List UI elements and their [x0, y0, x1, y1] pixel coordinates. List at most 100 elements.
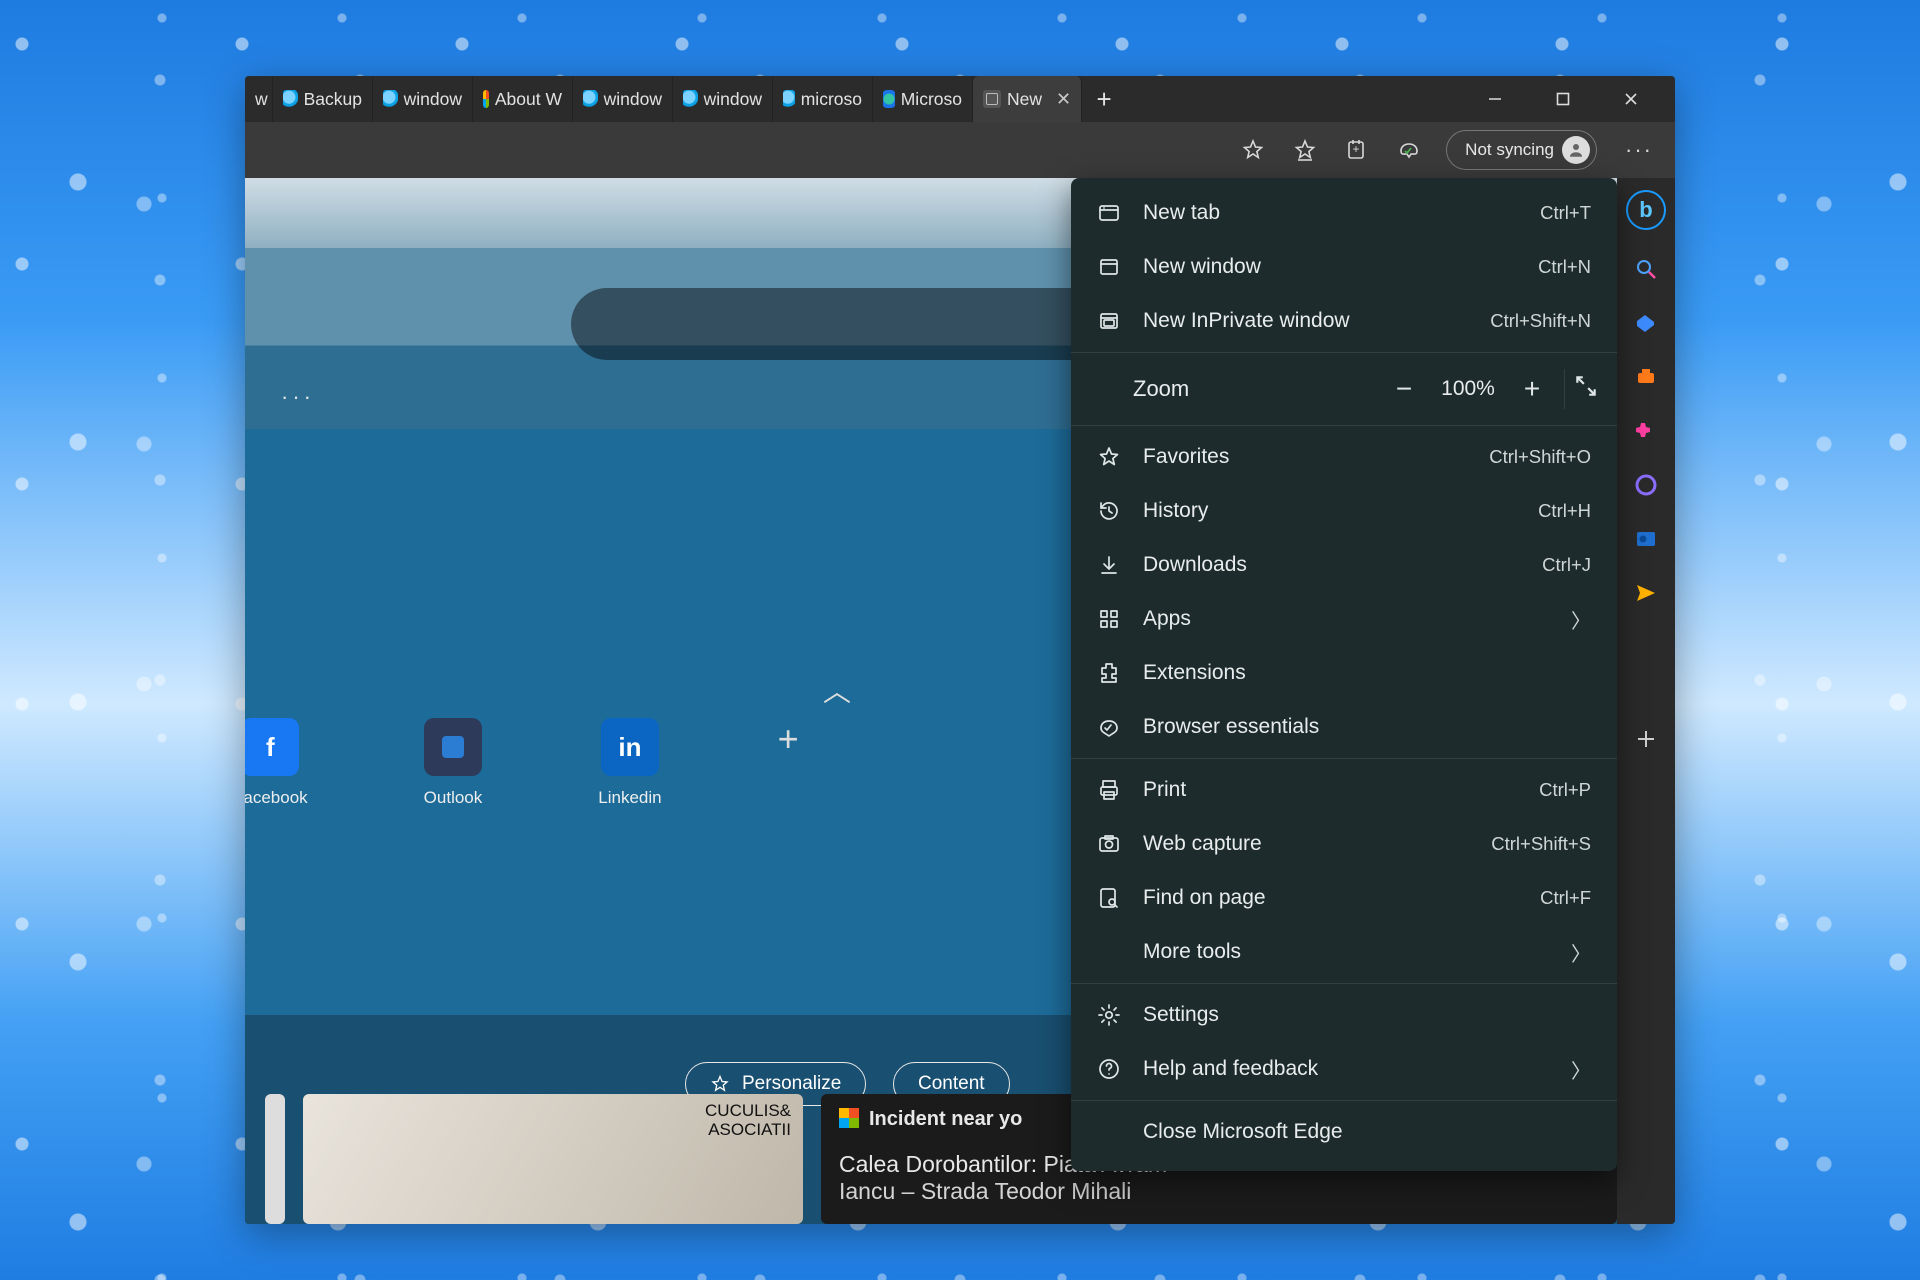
tab-close-icon[interactable]: ✕	[1056, 89, 1071, 110]
menu-item-settings[interactable]: Settings	[1071, 988, 1617, 1042]
chevron-right-icon: 〉	[1571, 1055, 1591, 1084]
tab-title: window	[404, 89, 462, 110]
apps-icon	[1097, 607, 1121, 631]
new-tab-button[interactable]: +	[1082, 76, 1126, 122]
quicklink-facebook[interactable]: f Facebook	[245, 718, 308, 808]
tab-favicon-icon	[483, 90, 489, 108]
menu-item-label: Find on page	[1143, 886, 1518, 910]
browser-tab[interactable]: Backup	[273, 76, 373, 122]
menu-item-label: Close Microsoft Edge	[1143, 1120, 1591, 1144]
menu-item-shortcut: Ctrl+Shift+S	[1491, 833, 1591, 855]
menu-item-history[interactable]: HistoryCtrl+H	[1071, 484, 1617, 538]
menu-item-new-window[interactable]: New windowCtrl+N	[1071, 240, 1617, 294]
menu-item-new-tab[interactable]: New tabCtrl+T	[1071, 186, 1617, 240]
tab-favicon-icon	[283, 90, 298, 108]
menu-item-favorites[interactable]: Favorites Ctrl+Shift+O	[1071, 430, 1617, 484]
news-card-partial[interactable]	[265, 1094, 285, 1224]
menu-item-label: Favorites	[1143, 445, 1467, 469]
menu-item-label: Web capture	[1143, 832, 1469, 856]
gear-icon	[1097, 1003, 1121, 1027]
menu-item-find-on-page[interactable]: Find on pageCtrl+F	[1071, 871, 1617, 925]
zoom-out-button[interactable]: −	[1380, 373, 1428, 405]
sidebar-search-icon[interactable]	[1631, 254, 1661, 284]
browser-tab[interactable]: microso	[773, 76, 873, 122]
browser-tab[interactable]: Microso	[873, 76, 973, 122]
favorites-bar-icon[interactable]	[1290, 135, 1320, 165]
favorite-star-icon[interactable]	[1238, 135, 1268, 165]
profile-sync-pill[interactable]: Not syncing	[1446, 130, 1597, 170]
menu-item-browser-essentials[interactable]: Browser essentials	[1071, 700, 1617, 754]
browser-tab[interactable]: About W	[473, 76, 573, 122]
quicklink-linkedin[interactable]: in Linkedin	[598, 718, 661, 808]
menu-item-extensions[interactable]: Extensions	[1071, 646, 1617, 700]
window-maximize-button[interactable]	[1529, 76, 1597, 122]
bing-chat-icon[interactable]: b	[1626, 190, 1666, 230]
browser-tab[interactable]: window	[573, 76, 673, 122]
window-close-button[interactable]	[1597, 76, 1665, 122]
content-overflow-icon[interactable]: ···	[281, 384, 315, 410]
sidebar-tools-icon[interactable]	[1631, 362, 1661, 392]
sidebar-add-icon[interactable]	[1631, 724, 1661, 754]
browser-tab[interactable]: w	[245, 76, 273, 122]
tab-favicon-icon	[383, 90, 398, 108]
ad-brand: CUCULIS& ASOCIATII	[705, 1102, 791, 1139]
newtab-icon	[1097, 201, 1121, 225]
menu-item-new-inprivate-window[interactable]: New InPrivate windowCtrl+Shift+N	[1071, 294, 1617, 348]
quicklink-tile-icon: f	[245, 718, 299, 776]
menu-item-label: History	[1143, 499, 1516, 523]
quicklink-outlook[interactable]: Outlook	[424, 718, 483, 808]
find-icon	[1097, 886, 1121, 910]
sidebar-shopping-icon[interactable]	[1631, 308, 1661, 338]
menu-item-shortcut: Ctrl+Shift+N	[1490, 310, 1591, 332]
menu-item-close-microsoft-edge[interactable]: Close Microsoft Edge	[1071, 1105, 1617, 1159]
browser-tab[interactable]: New✕	[973, 76, 1082, 122]
browser-essentials-icon[interactable]	[1394, 135, 1424, 165]
menu-item-shortcut: Ctrl+T	[1540, 202, 1591, 224]
sidebar-outlook-icon[interactable]	[1631, 524, 1661, 554]
sidebar-games-icon[interactable]	[1631, 416, 1661, 446]
windows-logo-icon	[839, 1108, 859, 1128]
tab-favicon-icon	[883, 90, 895, 108]
menu-item-label: Extensions	[1143, 661, 1591, 685]
collapse-quicklinks-icon[interactable]: ︿	[823, 670, 851, 710]
tab-title: w	[255, 89, 268, 110]
window-minimize-button[interactable]	[1461, 76, 1529, 122]
menu-item-label: New window	[1143, 255, 1516, 279]
quicklink-add-button[interactable]: +	[778, 718, 799, 808]
tab-favicon-icon	[983, 90, 1001, 108]
help-icon	[1097, 1057, 1121, 1081]
toolbar: + Not syncing ···	[245, 122, 1675, 178]
quicklink-tile-icon: in	[601, 718, 659, 776]
zoom-in-button[interactable]: +	[1508, 373, 1556, 405]
chevron-right-icon: 〉	[1571, 605, 1591, 634]
star-icon	[1097, 445, 1121, 469]
menu-item-shortcut: Ctrl+Shift+O	[1489, 446, 1591, 468]
menu-item-web-capture[interactable]: Web capture Ctrl+Shift+S	[1071, 817, 1617, 871]
menu-item-more-tools[interactable]: More tools〉	[1071, 925, 1617, 979]
inprivate-icon	[1097, 309, 1121, 333]
tab-title: About W	[495, 89, 562, 110]
menu-item-label: Help and feedback	[1143, 1057, 1549, 1081]
menu-item-print[interactable]: PrintCtrl+P	[1071, 763, 1617, 817]
download-icon	[1097, 553, 1121, 577]
news-card-ad[interactable]: CUCULIS& ASOCIATII	[303, 1094, 803, 1224]
menu-item-apps[interactable]: Apps〉	[1071, 592, 1617, 646]
quicklink-label: Facebook	[245, 788, 308, 808]
quicklink-tile-icon	[424, 718, 482, 776]
fullscreen-button[interactable]	[1573, 373, 1599, 405]
menu-item-downloads[interactable]: DownloadsCtrl+J	[1071, 538, 1617, 592]
blank-icon	[1097, 1120, 1121, 1144]
plus-icon: +	[778, 718, 799, 760]
settings-more-button[interactable]: ···	[1619, 130, 1659, 170]
tab-title: Microso	[901, 89, 962, 110]
sidebar-m365-icon[interactable]	[1631, 470, 1661, 500]
browser-tab[interactable]: window	[673, 76, 773, 122]
browser-tab[interactable]: window	[373, 76, 473, 122]
window-icon	[1097, 255, 1121, 279]
menu-item-help-and-feedback[interactable]: Help and feedback 〉	[1071, 1042, 1617, 1096]
sidebar-send-icon[interactable]	[1631, 578, 1661, 608]
collections-icon[interactable]: +	[1342, 135, 1372, 165]
tab-favicon-icon	[683, 90, 698, 108]
ext-icon	[1097, 661, 1121, 685]
quick-links: f Facebook Outlook in Linkedin +	[245, 718, 799, 808]
